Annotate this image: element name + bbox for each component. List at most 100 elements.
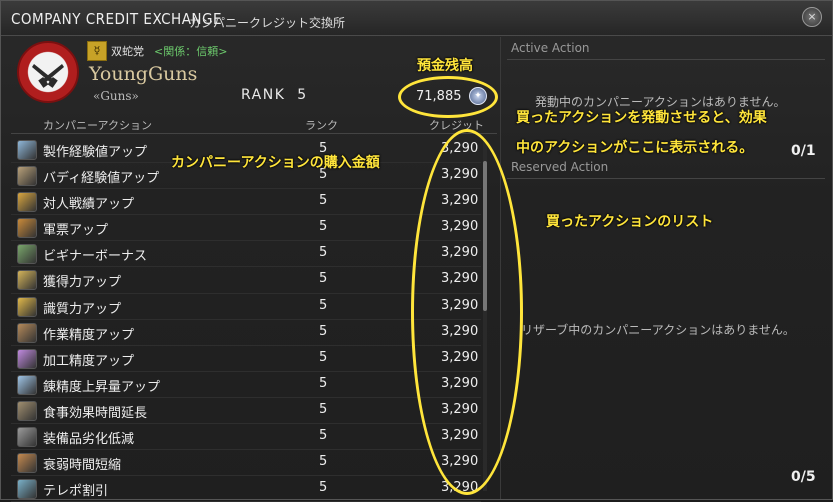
action-row[interactable]: 軍票アップ 5 3,290 — [11, 215, 481, 242]
action-rank: 5 — [319, 297, 328, 313]
action-credit: 3,290 — [441, 349, 479, 365]
action-icon — [17, 244, 37, 265]
action-rank: 5 — [319, 375, 328, 391]
action-row[interactable]: 衰弱時間短縮 5 3,290 — [11, 450, 481, 477]
actions-pane: ☿ 双蛇党 <関係：信頼> YoungGuns «Guns» RANK 5 71… — [11, 39, 497, 502]
action-credit: 3,290 — [441, 323, 479, 339]
action-credit: 3,290 — [441, 480, 479, 496]
annotation-balance: 預金残高 — [417, 58, 473, 74]
action-icon — [17, 453, 37, 474]
action-name: 対人戦績アップ — [43, 197, 135, 213]
action-list: 製作経験値アップ 5 3,290 バディ経験値アップ 5 3,290 対人戦績アップ 5 3,2… — [11, 137, 491, 502]
action-credit: 3,290 — [441, 141, 479, 156]
annotation-activate-line1: 買ったアクションを発動させると、効果 — [516, 110, 767, 126]
column-headers: カンパニーアクション ランク クレジット — [11, 115, 497, 134]
reserved-action-title: Reserved Action — [511, 160, 609, 174]
action-row[interactable]: ビギナーボーナス 5 3,290 — [11, 241, 481, 268]
active-action-count: 0/1 — [791, 143, 816, 159]
action-icon — [17, 322, 37, 343]
action-icon — [17, 218, 37, 239]
action-rank: 5 — [319, 323, 328, 339]
reserved-action-empty: リザーブ中のカンパニーアクションはありません。 — [521, 323, 795, 337]
action-name: 加工精度アップ — [43, 353, 135, 369]
credit-balance: 71,885 — [416, 89, 462, 104]
action-row[interactable]: テレポ割引 5 3,290 — [11, 476, 481, 502]
action-name: 衰弱時間短縮 — [43, 458, 122, 474]
action-row[interactable]: 加工精度アップ 5 3,290 — [11, 346, 481, 372]
company-tag: «Guns» — [93, 89, 139, 103]
active-action-title: Active Action — [511, 41, 590, 55]
action-name: 製作経験値アップ — [43, 145, 148, 160]
action-row[interactable]: 識質力アップ 5 3,290 — [11, 294, 481, 320]
company-credit-exchange-window: COMPANY CREDIT EXCHANGE カンパニークレジット交換所 × … — [0, 0, 833, 502]
rank-value: 5 — [297, 87, 308, 103]
column-header-credit[interactable]: クレジット — [429, 117, 484, 133]
annotation-activate-line2: 中のアクションがここに表示される。 — [516, 140, 754, 156]
action-rank: 5 — [319, 271, 328, 287]
column-header-rank[interactable]: ランク — [305, 117, 338, 133]
action-icon — [17, 296, 37, 317]
action-row[interactable]: 錬精度上昇量アップ 5 3,290 — [11, 372, 481, 398]
company-crest-icon — [17, 41, 79, 103]
action-icon — [17, 400, 37, 421]
column-header-action[interactable]: カンパニーアクション — [43, 117, 152, 133]
action-name: 錬精度上昇量アップ — [43, 379, 161, 395]
divider — [507, 178, 825, 179]
company-credit-icon: ✦ — [469, 87, 487, 105]
action-row[interactable]: 装備品劣化低減 5 3,290 — [11, 424, 481, 451]
grand-company-icon: ☿ — [87, 41, 107, 61]
action-name: テレポ割引 — [43, 484, 109, 500]
action-icon — [17, 140, 37, 160]
action-icon — [17, 270, 37, 291]
title-bar[interactable]: COMPANY CREDIT EXCHANGE カンパニークレジット交換所 × — [1, 1, 832, 36]
action-credit: 3,290 — [441, 297, 479, 313]
action-row[interactable]: 対人戦績アップ 5 3,290 — [11, 189, 481, 216]
action-name: 装備品劣化低減 — [43, 432, 135, 448]
action-rank: 5 — [319, 480, 328, 496]
action-name: バディ経験値アップ — [43, 171, 160, 187]
reserved-action-count: 0/5 — [791, 469, 816, 485]
action-rank: 5 — [319, 401, 328, 417]
action-row[interactable]: 獲得力アップ 5 3,290 — [11, 267, 481, 294]
action-name: 作業精度アップ — [43, 327, 135, 343]
divider — [507, 59, 825, 60]
annotation-purchase-price: カンパニーアクションの購入金額 — [171, 155, 380, 171]
action-credit: 3,290 — [441, 401, 479, 417]
action-rank: 5 — [319, 428, 328, 444]
action-row[interactable]: 作業精度アップ 5 3,290 — [11, 320, 481, 346]
action-row[interactable]: 食事効果時間延長 5 3,290 — [11, 398, 481, 425]
action-name: 軍票アップ — [43, 223, 109, 239]
action-credit: 3,290 — [441, 454, 479, 470]
action-icon — [17, 479, 37, 500]
action-credit: 3,290 — [441, 245, 479, 261]
action-credit: 3,290 — [441, 271, 479, 287]
action-icon — [17, 374, 37, 395]
action-credit: 3,290 — [441, 167, 479, 183]
annotation-bought-list: 買ったアクションのリスト — [546, 214, 714, 230]
grand-company-name: 双蛇党 — [111, 45, 144, 58]
action-icon — [17, 348, 37, 369]
action-credit: 3,290 — [441, 193, 479, 209]
action-rank: 5 — [319, 454, 328, 470]
action-credit: 3,290 — [441, 219, 479, 235]
action-credit: 3,290 — [441, 375, 479, 391]
action-icon — [17, 192, 37, 213]
action-name: 識質力アップ — [43, 301, 122, 317]
action-name: 獲得力アップ — [43, 275, 122, 291]
rank-label: RANK — [241, 87, 286, 103]
company-rank: RANK 5 — [241, 87, 308, 103]
action-rank: 5 — [319, 193, 328, 209]
action-rank: 5 — [319, 349, 328, 365]
window-subtitle: カンパニークレジット交換所 — [189, 16, 346, 30]
scrollbar-thumb[interactable] — [483, 161, 487, 311]
close-icon[interactable]: × — [802, 7, 822, 27]
action-rank: 5 — [319, 219, 328, 235]
grand-company-relation: <関係：信頼> — [154, 45, 228, 58]
action-list-scrollbar[interactable] — [483, 141, 487, 491]
action-name: ビギナーボーナス — [43, 249, 148, 265]
action-credit: 3,290 — [441, 428, 479, 444]
action-icon — [17, 166, 37, 187]
company-name: YoungGuns — [89, 63, 198, 85]
action-name: 食事効果時間延長 — [43, 405, 148, 421]
action-rank: 5 — [319, 245, 328, 261]
